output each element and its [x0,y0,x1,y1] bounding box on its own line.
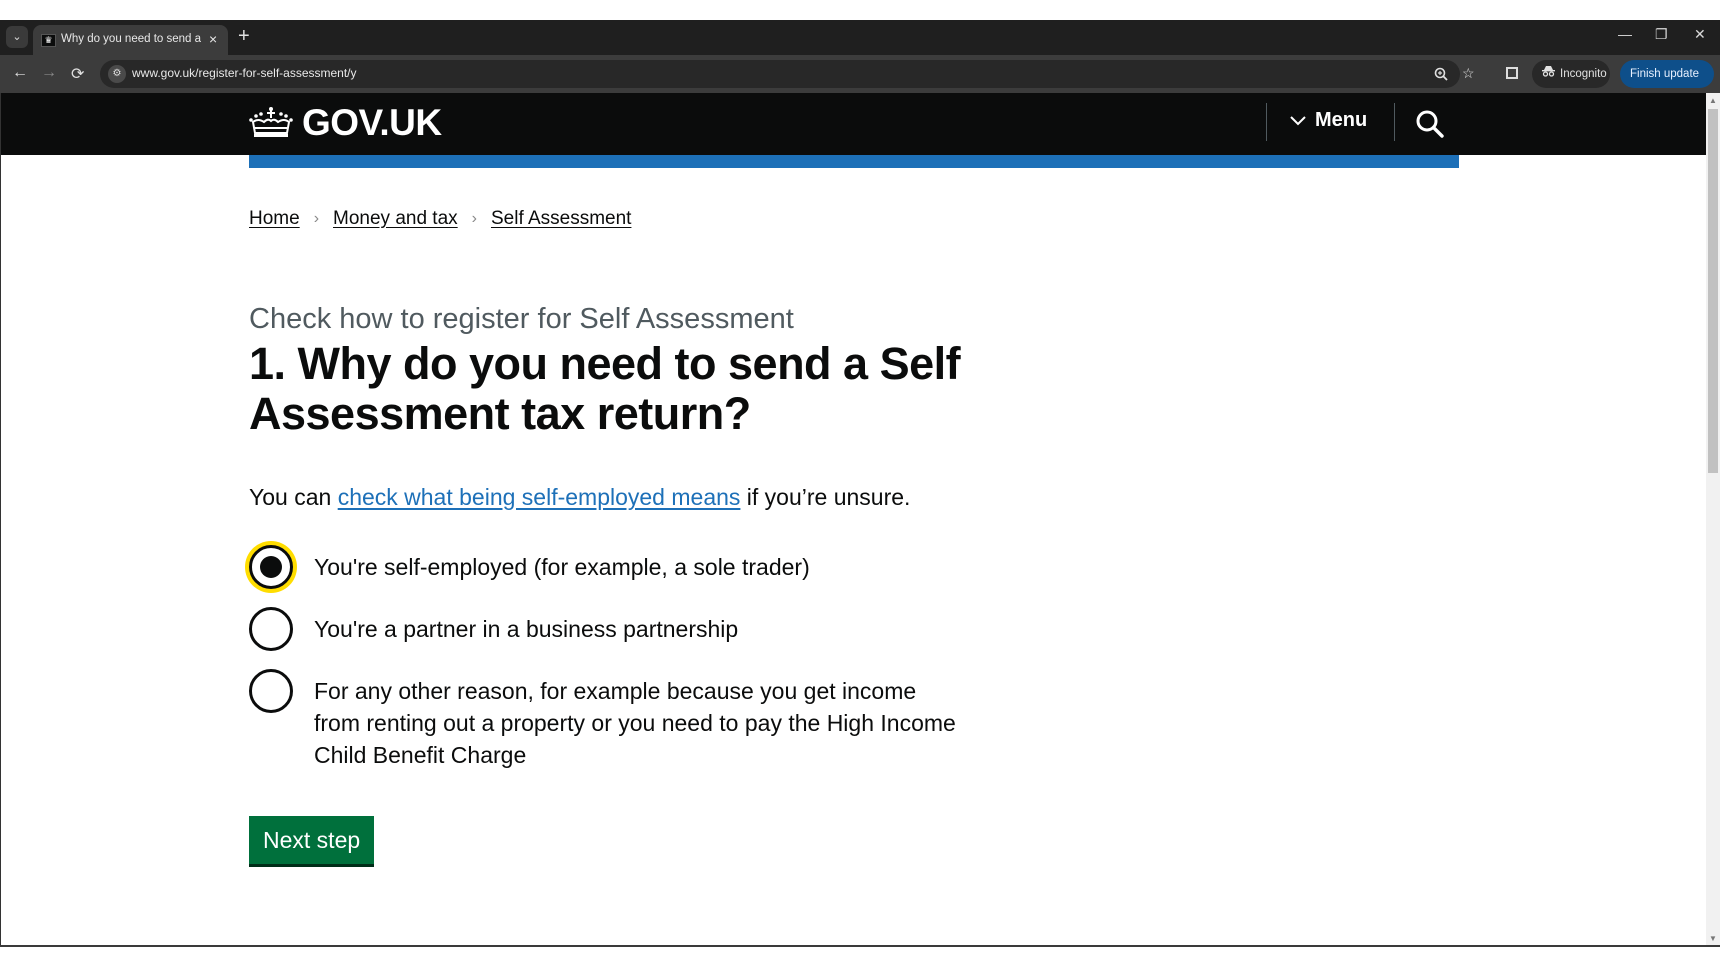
window-close-icon[interactable]: ✕ [1694,26,1706,43]
tab-search-icon[interactable]: ⌄ [6,26,28,48]
page-viewport: GOV.UK Menu Home › Money and tax › Self … [0,93,1707,945]
govuk-header: GOV.UK Menu [1,93,1707,155]
forward-icon[interactable]: → [41,64,57,82]
govuk-favicon-icon: ♛ [41,34,56,47]
radio-button[interactable] [249,607,293,651]
new-tab-button[interactable]: + [238,25,250,48]
restore-icon[interactable]: ❐ [1655,26,1668,43]
tab-close-icon[interactable]: × [209,31,217,47]
bookmark-star-icon[interactable]: ☆ [1462,65,1475,82]
scrollbar-thumb[interactable] [1708,109,1718,473]
brand-blue-bar [249,155,1459,168]
finish-update-button[interactable]: Finish update ⋮ [1620,60,1714,108]
hint-suffix: if you’re unsure. [740,484,911,510]
finish-update-label: Finish update [1630,68,1700,80]
hint-text: You can check what being self-employed m… [249,484,910,511]
scrollbar[interactable]: ▲ ▼ [1706,93,1720,945]
breadcrumb-money-and-tax[interactable]: Money and tax [333,208,458,230]
breadcrumb-home[interactable]: Home [249,208,300,230]
chevron-down-icon [1290,115,1306,125]
header-divider [1394,103,1395,141]
minimize-icon[interactable]: — [1618,26,1632,42]
page-title: 1. Why do you need to send a Self Assess… [249,338,961,439]
hint-prefix: You can [249,484,338,510]
self-employed-link[interactable]: check what being self-employed means [338,484,741,510]
address-bar[interactable]: ⚙ www.gov.uk/register-for-self-assessmen… [100,60,1475,88]
radio-label[interactable]: You're a partner in a business partnersh… [314,607,964,645]
reload-icon[interactable]: ⟳ [71,64,84,84]
govuk-logo[interactable]: GOV.UK [248,102,442,143]
menu-button[interactable]: Menu [1289,109,1367,132]
header-divider [1266,103,1267,141]
incognito-label: Incognito [1560,68,1607,80]
chevron-right-icon: › [313,210,320,227]
site-info-icon[interactable]: ⚙ [108,65,126,83]
tab-title: Why do you need to send a Self Assessmen… [61,33,201,45]
next-step-button[interactable]: Next step [249,816,375,864]
browser-window: ⌄ ♛ Why do you need to send a Self Asses… [0,20,1720,947]
zoom-icon[interactable] [1434,67,1448,84]
menu-label: Menu [1315,109,1368,131]
radio-option-partner[interactable]: You're a partner in a business partnersh… [249,607,964,651]
chevron-right-icon: › [471,210,477,227]
radio-option-self-employed[interactable]: You're self-employed (for example, a sol… [249,545,964,589]
logo-text: GOV.UK [302,102,442,143]
tab-strip: ⌄ ♛ Why do you need to send a Self Asses… [0,20,1720,55]
crown-icon [249,107,293,137]
radio-button-checked[interactable] [249,545,293,589]
scroll-down-arrow-icon[interactable]: ▼ [1709,934,1717,943]
side-panel-icon[interactable] [1506,67,1518,79]
search-button[interactable] [1415,109,1445,139]
incognito-badge[interactable]: Incognito [1532,60,1610,88]
page-caption: Check how to register for Self Assessmen… [249,303,794,335]
browser-toolbar: ← → ⟳ ⚙ www.gov.uk/register-for-self-ass… [0,55,1720,108]
scroll-up-arrow-icon[interactable]: ▲ [1709,96,1717,105]
radio-option-other-reason[interactable]: For any other reason, for example becaus… [249,669,964,771]
back-icon[interactable]: ← [12,64,28,82]
url-text[interactable]: www.gov.uk/register-for-self-assessment/… [132,66,357,80]
active-tab[interactable]: ♛ Why do you need to send a Self Assessm… [33,25,228,55]
search-icon [1416,110,1444,138]
radio-label[interactable]: For any other reason, for example becaus… [314,669,964,771]
breadcrumb: Home › Money and tax › Self Assessment [249,208,631,230]
radio-button[interactable] [249,669,293,713]
incognito-icon [1542,60,1555,88]
radio-label[interactable]: You're self-employed (for example, a sol… [314,545,964,583]
breadcrumb-self-assessment[interactable]: Self Assessment [491,208,631,230]
